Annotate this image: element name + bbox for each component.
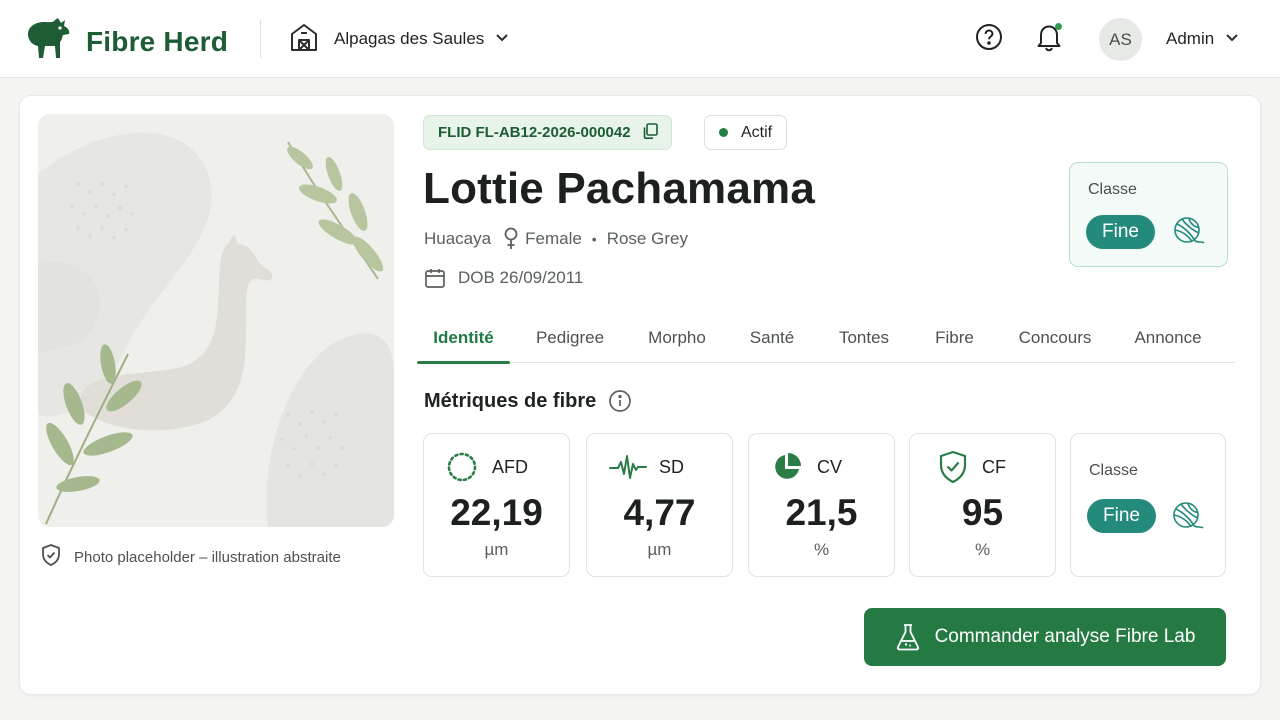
header-divider xyxy=(260,20,261,58)
flid-text: FLID FL-AB12-2026-000042 xyxy=(438,124,631,141)
status-badge: Actif xyxy=(704,115,788,150)
barn-icon xyxy=(288,21,320,58)
metric-unit: % xyxy=(974,540,991,559)
flask-icon xyxy=(895,623,921,651)
metric-value: 95 xyxy=(961,492,1004,533)
dob-text: DOB 26/09/2011 xyxy=(458,268,584,287)
farm-selector[interactable]: Alpagas des Saules xyxy=(288,22,510,56)
metric-afd: AFD 22,19 µm xyxy=(423,433,570,577)
yarn-ball-icon xyxy=(1171,500,1205,537)
tab-pedigree[interactable]: Pedigree xyxy=(525,313,615,363)
classe-label: Classe xyxy=(1089,462,1138,479)
date-of-birth: DOB 26/09/2011 xyxy=(424,264,583,292)
brand-name: Fibre Herd xyxy=(86,25,229,57)
chevron-down-icon xyxy=(494,29,510,50)
chevron-down-icon xyxy=(1224,29,1240,50)
animal-photo-placeholder xyxy=(38,114,394,527)
tab-fibre[interactable]: Fibre xyxy=(927,313,982,363)
metric-cv: CV 21,5 % xyxy=(748,433,895,577)
avatar[interactable]: AS xyxy=(1099,18,1142,61)
help-circle-icon xyxy=(975,23,1003,56)
top-bar: Fibre Herd Alpagas des Saules AS Admin xyxy=(0,0,1280,78)
notifications-button[interactable] xyxy=(1033,22,1065,56)
profile-tabs: Identité Pedigree Morpho Santé Tontes Fi… xyxy=(417,313,1235,364)
fibre-metrics-title: Métriques de fibre xyxy=(424,386,632,416)
status-dot xyxy=(719,128,728,137)
user-menu[interactable]: Admin xyxy=(1166,22,1240,56)
sex: Female xyxy=(525,229,582,248)
tab-tontes[interactable]: Tontes xyxy=(829,313,899,363)
animal-meta: Huacaya Female • Rose Grey xyxy=(424,225,688,253)
help-button[interactable] xyxy=(973,22,1005,56)
status-text: Actif xyxy=(741,123,773,141)
pie-chart-icon xyxy=(771,451,803,483)
tab-identite[interactable]: Identité xyxy=(417,313,510,364)
metric-value: 4,77 xyxy=(623,492,696,533)
dotted-circle-icon xyxy=(446,451,478,483)
calendar-icon xyxy=(424,267,446,289)
pulse-wave-icon xyxy=(609,452,647,482)
classe-label: Classe xyxy=(1088,181,1137,198)
farm-name: Alpagas des Saules xyxy=(334,29,485,48)
tab-morpho[interactable]: Morpho xyxy=(637,313,717,363)
animal-name: Lottie Pachamama xyxy=(423,164,816,213)
shield-icon xyxy=(40,543,62,571)
metric-cf: CF 95 % xyxy=(909,433,1056,577)
photo-caption: Photo placeholder – illustration abstrai… xyxy=(40,543,341,571)
meta-separator: • xyxy=(591,231,597,247)
flid-badge[interactable]: FLID FL-AB12-2026-000042 xyxy=(423,115,672,150)
metric-label: AFD xyxy=(492,456,528,477)
order-fibre-lab-analysis-button[interactable]: Commander analyse Fibre Lab xyxy=(864,608,1226,666)
metric-unit: µm xyxy=(647,540,672,559)
metric-label: CF xyxy=(982,456,1006,477)
classe-summary: Classe Fine xyxy=(1069,162,1228,267)
tab-sante[interactable]: Santé xyxy=(741,313,803,363)
fibre-metrics-title-text: Métriques de fibre xyxy=(424,389,597,412)
female-icon xyxy=(503,227,519,251)
cta-label: Commander analyse Fibre Lab xyxy=(934,626,1196,647)
classe-pill: Fine xyxy=(1086,215,1155,249)
metric-unit: % xyxy=(813,540,830,559)
shield-check-icon xyxy=(938,450,968,484)
alpaca-logo-icon xyxy=(24,16,72,67)
photo-caption-text: Photo placeholder – illustration abstrai… xyxy=(74,548,341,566)
breed: Huacaya xyxy=(424,229,492,248)
metric-sd: SD 4,77 µm xyxy=(586,433,733,577)
metric-classe: Classe Fine xyxy=(1070,433,1226,577)
classe-pill: Fine xyxy=(1087,499,1156,533)
yarn-ball-icon xyxy=(1172,215,1206,252)
metric-label: SD xyxy=(659,456,685,477)
tab-annonce[interactable]: Annonce xyxy=(1127,313,1209,363)
info-icon[interactable] xyxy=(608,389,632,413)
copy-icon[interactable] xyxy=(641,122,659,144)
metric-unit: µm xyxy=(484,540,509,559)
metric-value: 21,5 xyxy=(785,492,858,533)
metric-label: CV xyxy=(817,456,843,477)
notification-dot xyxy=(1055,23,1062,30)
metric-value: 22,19 xyxy=(450,492,543,533)
brand[interactable]: Fibre Herd xyxy=(24,16,228,67)
tab-concours[interactable]: Concours xyxy=(1011,313,1099,363)
user-name: Admin xyxy=(1166,29,1215,48)
coat-color: Rose Grey xyxy=(606,229,688,248)
